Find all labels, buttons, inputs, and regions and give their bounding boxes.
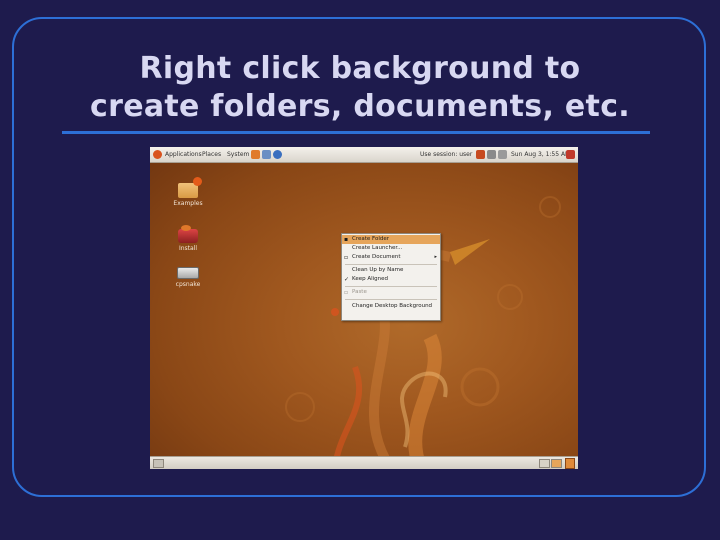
menu-places[interactable]: Places [202,147,221,162]
network-icon[interactable] [487,150,496,159]
menu-applications[interactable]: Applications [165,147,202,162]
menu-item-create-document[interactable]: ▫ Create Document ▸ [342,253,440,262]
document-icon: ▫ [344,254,349,261]
mail-launcher-icon[interactable] [262,150,271,159]
top-panel: Applications Places System Use session: … [150,147,578,163]
ubuntu-logo-icon[interactable] [153,150,162,159]
help-launcher-icon[interactable] [273,150,282,159]
submenu-arrow-icon: ▸ [434,254,437,260]
update-notifier-icon[interactable] [476,150,485,159]
menu-item-label: Change Desktop Background [352,303,433,309]
slide-title-line-2: create folders, documents, etc. [90,89,630,124]
desktop-context-menu: ▪ Create Folder Create Launcher... ▫ Cre… [341,233,441,321]
installer-icon [178,225,198,243]
menu-item-label: Create Launcher... [352,245,403,251]
slide-title: Right click background to create folders… [40,50,680,126]
desktop-screenshot: Applications Places System Use session: … [150,147,578,469]
bottom-panel [150,456,578,469]
menu-item-label: Paste [352,289,367,295]
desktop-icon-install[interactable]: Install [164,225,212,252]
desktop-icon-label: cpsnake [175,281,201,288]
menu-separator [345,264,437,265]
menu-item-create-folder[interactable]: ▪ Create Folder [342,235,440,244]
menu-item-keep-aligned[interactable]: ✓ Keep Aligned [342,275,440,284]
workspace-switcher-icon[interactable] [539,459,550,468]
checkmark-icon: ✓ [344,276,350,283]
user-session-label[interactable]: Use session: user [420,147,472,162]
menu-item-label: Create Folder [352,236,390,242]
menu-item-clean-up[interactable]: Clean Up by Name [342,266,440,275]
menu-item-change-background[interactable]: Change Desktop Background [342,302,440,311]
menu-item-label: Clean Up by Name [352,267,404,273]
drive-icon [177,267,199,279]
menu-item-paste[interactable]: ▫ Paste [342,288,440,297]
workspace-switcher-icon[interactable] [551,459,562,468]
title-underline [62,131,650,134]
clock-display[interactable]: Sun Aug 3, 1:55 AM [511,147,570,162]
menu-system[interactable]: System [227,147,249,162]
menu-item-label: Keep Aligned [352,276,389,282]
show-desktop-icon[interactable] [153,459,164,468]
desktop-icon-label: Examples [173,200,203,207]
desktop-icon-examples[interactable]: Examples [164,177,212,207]
menu-separator [345,286,437,287]
slide-title-line-1: Right click background to [139,51,581,86]
desktop-icon-label: Install [178,245,198,252]
menu-item-create-launcher[interactable]: Create Launcher... [342,244,440,253]
folder-icon [178,177,202,198]
trash-icon[interactable] [565,458,575,469]
desktop-icon-drive[interactable]: cpsnake [164,267,212,288]
paste-icon: ▫ [344,289,349,296]
folder-icon: ▪ [344,236,349,243]
browser-launcher-icon[interactable] [251,150,260,159]
power-icon[interactable] [566,150,575,159]
menu-separator [345,299,437,300]
menu-item-label: Create Document [352,254,401,260]
volume-icon[interactable] [498,150,507,159]
